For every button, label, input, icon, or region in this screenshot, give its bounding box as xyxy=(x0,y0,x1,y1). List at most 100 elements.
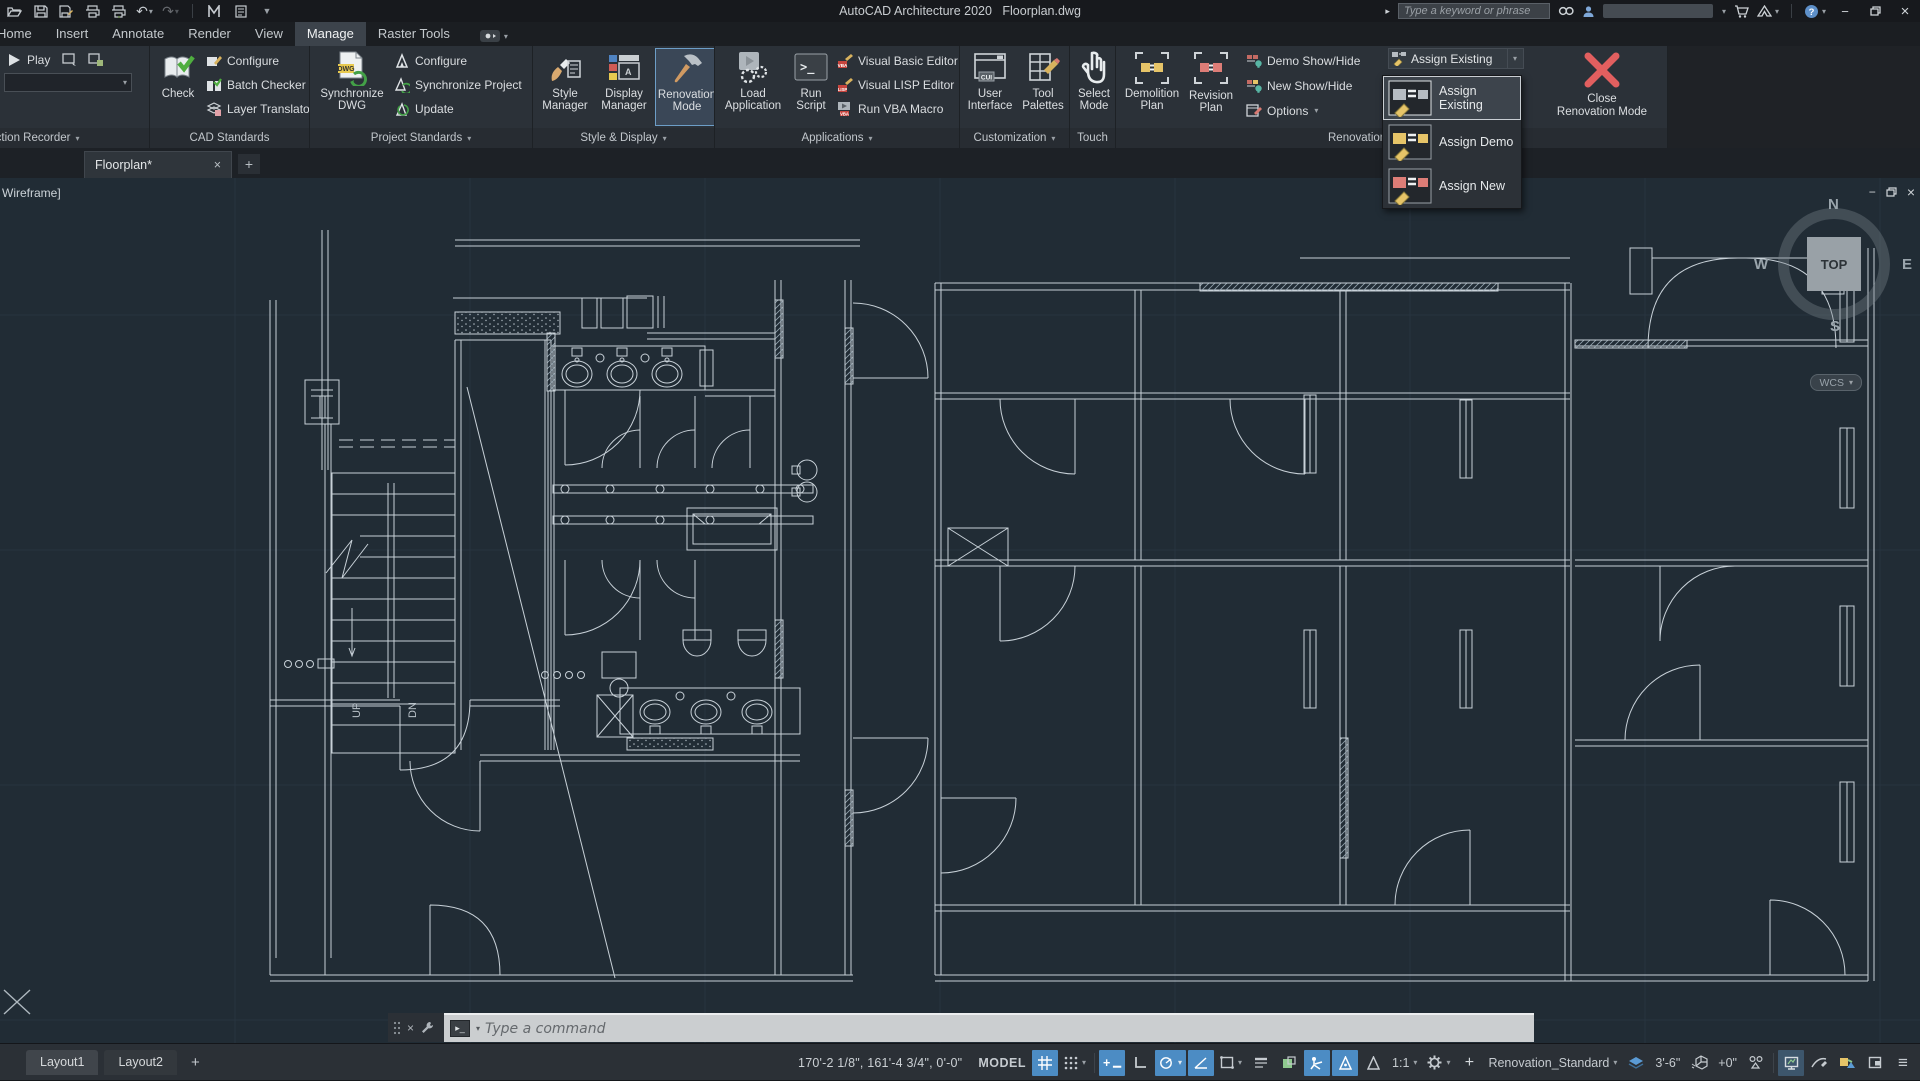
viewcube-west[interactable]: W xyxy=(1754,256,1768,273)
save-as-icon[interactable] xyxy=(58,3,75,19)
command-line-grip[interactable]: × xyxy=(388,1013,444,1042)
panel-label-cad-standards[interactable]: CAD Standards xyxy=(150,128,309,148)
viewport-controls-label[interactable]: Wireframe] xyxy=(2,186,61,200)
synchronize-project-button[interactable]: Synchronize Project xyxy=(392,75,524,94)
customization-menu-button[interactable]: ≡ xyxy=(1890,1050,1916,1076)
drawing-close-button[interactable]: × xyxy=(1907,184,1915,200)
run-script-button[interactable]: >_ Run Script xyxy=(789,48,833,126)
batch-checker-button[interactable]: Batch Checker xyxy=(204,75,309,94)
elevation-value[interactable]: +0" xyxy=(1714,1050,1741,1076)
isometric-cube-icon[interactable] xyxy=(1686,1050,1712,1076)
tab-annotate[interactable]: Annotate xyxy=(100,22,176,46)
update-button[interactable]: Update xyxy=(392,99,524,118)
clean-screen-pencil-icon[interactable] xyxy=(1806,1050,1832,1076)
sheetset-icon[interactable] xyxy=(232,3,249,19)
model-space-toggle[interactable]: MODEL xyxy=(974,1050,1030,1076)
layer-translator-button[interactable]: Layer Translator xyxy=(204,99,309,118)
menu-item-assign-existing[interactable]: Assign Existing xyxy=(1383,76,1521,120)
display-manager-button[interactable]: A Display Manager xyxy=(595,48,653,126)
app-store-cart-icon[interactable] xyxy=(1734,4,1749,18)
renovation-mode-button[interactable]: Renovation Mode xyxy=(655,48,714,126)
annotation-scale-button[interactable]: 1:1 ▾ xyxy=(1388,1050,1421,1076)
viewcube-east[interactable]: E xyxy=(1902,256,1912,273)
cut-plane-height[interactable]: 3'-6" xyxy=(1651,1050,1684,1076)
tab-home[interactable]: Home xyxy=(0,22,44,46)
viewcube[interactable]: N W E S TOP xyxy=(1754,196,1912,335)
help-icon[interactable]: ? ▾ xyxy=(1804,4,1826,19)
qat-customize-icon[interactable]: ▼ xyxy=(258,3,275,19)
search-input[interactable]: Type a keyword or phrase xyxy=(1397,3,1550,19)
redo-icon[interactable]: ↷ ▾ xyxy=(162,3,179,19)
graphics-performance-toggle[interactable] xyxy=(1778,1049,1804,1076)
file-tab-floorplan[interactable]: Floorplan* × xyxy=(84,151,232,178)
layout1-tab[interactable]: Layout1 xyxy=(26,1049,99,1075)
panel-label-customization[interactable]: Customization ▾ xyxy=(960,128,1069,148)
command-input[interactable]: ▸_ ▾ Type a command xyxy=(444,1013,1534,1042)
isolate-objects-toggle[interactable] xyxy=(1743,1050,1769,1076)
panel-label-action-recorder[interactable]: Action Recorder▾ xyxy=(0,128,149,148)
elevation-stack-icon[interactable] xyxy=(1623,1050,1649,1076)
renovation-options-button[interactable]: Options ▾ xyxy=(1244,101,1382,120)
check-button[interactable]: Check xyxy=(154,48,202,126)
select-mode-button[interactable]: Select Mode xyxy=(1074,48,1114,126)
signin-user-icon[interactable] xyxy=(1582,5,1595,18)
drawing-minimize-button[interactable]: − xyxy=(1869,185,1876,199)
tab-render[interactable]: Render xyxy=(176,22,243,46)
dynamic-input-toggle[interactable]: + ▁ xyxy=(1098,1049,1125,1076)
minimize-button[interactable]: − xyxy=(1834,2,1856,20)
new-layout-button[interactable]: + xyxy=(183,1054,208,1071)
panel-label-style-display[interactable]: Style & Display ▾ xyxy=(533,128,714,148)
new-show-hide-button[interactable]: New Show/Hide xyxy=(1244,76,1382,95)
menu-item-assign-new[interactable]: Assign New xyxy=(1383,164,1521,208)
polar-tracking-toggle[interactable]: ▾ xyxy=(1155,1049,1187,1076)
assign-existing-split-button[interactable]: Assign Existing ▾ xyxy=(1388,48,1524,69)
viewcube-north[interactable]: N xyxy=(1828,196,1839,213)
viewcube-top-face[interactable]: TOP xyxy=(1807,237,1861,291)
viewcube-south[interactable]: S xyxy=(1830,318,1840,335)
panel-label-project-standards[interactable]: Project Standards ▾ xyxy=(310,128,532,148)
synchronize-dwg-button[interactable]: DWG Synchronize DWG xyxy=(314,48,390,126)
restore-button[interactable] xyxy=(1864,2,1886,20)
layout2-tab[interactable]: Layout2 xyxy=(104,1049,177,1075)
recent-commands-caret[interactable]: ▾ xyxy=(476,1024,480,1033)
plot-icon[interactable] xyxy=(84,3,101,19)
demolition-plan-button[interactable]: Demolition Plan xyxy=(1121,48,1183,112)
search-expand-icon[interactable]: ▸ xyxy=(1385,6,1390,17)
demo-show-hide-button[interactable]: Demo Show/Hide xyxy=(1244,51,1382,70)
action-macro-select[interactable]: ▾ xyxy=(4,73,132,92)
publish-icon[interactable] xyxy=(110,3,127,19)
autoscale-toggle[interactable] xyxy=(1360,1050,1386,1076)
style-manager-button[interactable]: Style Manager xyxy=(537,48,593,126)
drawing-restore-button[interactable] xyxy=(1886,187,1897,197)
menu-item-assign-demo[interactable]: Assign Demo xyxy=(1383,120,1521,164)
renovation-standard-selector[interactable]: Renovation_Standard ▾ xyxy=(1484,1050,1621,1076)
object-snap-tracking-toggle[interactable] xyxy=(1188,1049,1215,1076)
snap-toggle[interactable]: ▾ xyxy=(1060,1050,1090,1076)
panel-label-touch[interactable]: Touch xyxy=(1070,128,1115,148)
tab-manage[interactable]: Manage xyxy=(294,22,366,46)
lineweight-toggle[interactable] xyxy=(1248,1050,1274,1076)
new-drawing-tab-button[interactable]: + xyxy=(238,154,260,174)
signin-caret-icon[interactable]: ▾ xyxy=(1722,7,1726,16)
customize-wrench-icon[interactable] xyxy=(421,1021,434,1034)
tab-insert[interactable]: Insert xyxy=(44,22,101,46)
drawing-viewport[interactable]: UP DN Wireframe] − × N W E S TOP WCS ▾ × … xyxy=(0,178,1920,1043)
workspace-icon[interactable] xyxy=(206,3,223,19)
open-icon[interactable] xyxy=(6,3,23,19)
signin-field[interactable] xyxy=(1602,4,1713,18)
trusted-autodesk-icon[interactable] xyxy=(1834,1050,1860,1076)
fullscreen-toggle[interactable] xyxy=(1862,1050,1888,1076)
revision-plan-button[interactable]: Revision Plan xyxy=(1183,48,1239,114)
grid-toggle[interactable] xyxy=(1031,1049,1058,1076)
wcs-menu[interactable]: WCS ▾ xyxy=(1810,374,1862,391)
load-application-button[interactable]: Load Application xyxy=(719,48,787,126)
ribbon-display-options-icon[interactable]: ▾ xyxy=(479,30,508,42)
selection-cycling-toggle[interactable] xyxy=(1304,1049,1331,1076)
workspace-switching-gear[interactable]: ▾ xyxy=(1423,1050,1454,1076)
insert-message-icon[interactable] xyxy=(62,52,78,68)
visual-basic-editor-button[interactable]: VBA Visual Basic Editor xyxy=(835,51,959,70)
tool-palettes-button[interactable]: Tool Palettes xyxy=(1018,48,1068,126)
panel-label-applications[interactable]: Applications ▾ xyxy=(715,128,959,148)
play-button[interactable]: Play xyxy=(4,50,52,69)
command-close-icon[interactable]: × xyxy=(407,1021,414,1035)
